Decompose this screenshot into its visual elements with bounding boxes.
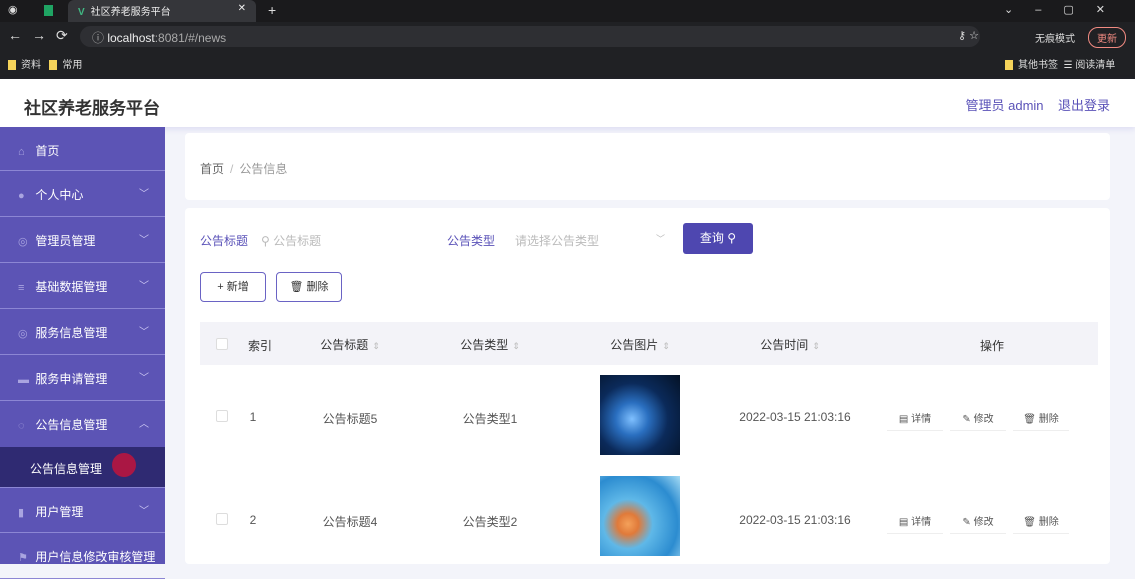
user-icon: ● bbox=[18, 190, 25, 202]
sort-icon: ⇕ bbox=[512, 341, 520, 351]
home-icon: ⌂ bbox=[18, 146, 25, 158]
browser-icon: ◉ bbox=[8, 4, 18, 16]
trash-icon: 🗑 bbox=[289, 281, 307, 293]
admin-icon: ◎ bbox=[18, 236, 28, 248]
cursor-indicator bbox=[112, 453, 136, 477]
breadcrumb: 首页 / 公告信息 bbox=[185, 133, 1110, 200]
sidebar-item-home[interactable]: ⌂ 首页 bbox=[0, 127, 165, 171]
logout-link[interactable]: 退出登录 bbox=[1058, 98, 1110, 113]
browser-tab[interactable]: V 社区养老服务平台 ✕ bbox=[68, 0, 256, 22]
user-label[interactable]: 管理员 admin bbox=[966, 98, 1044, 113]
search-icon: ⚲ bbox=[727, 231, 737, 245]
bookmark-1[interactable]: 资料 bbox=[8, 60, 41, 71]
detail-button[interactable]: ▤ 详情 bbox=[887, 513, 943, 534]
search-icon: ⚲ bbox=[261, 234, 274, 248]
header-title[interactable]: 公告标题 ⇕ bbox=[290, 336, 410, 353]
bookmark-2[interactable]: 常用 bbox=[49, 60, 82, 71]
header-type[interactable]: 公告类型 ⇕ bbox=[430, 336, 550, 353]
select-all-checkbox[interactable] bbox=[216, 338, 228, 350]
sheets-icon bbox=[44, 5, 53, 16]
main-panel: 公告标题 ⚲ 公告标题 公告类型 请选择公告类型 ﹀ 查询 ⚲ + 新增 🗑 删除… bbox=[185, 208, 1110, 564]
chevron-up-icon: ︿ bbox=[139, 419, 149, 430]
sort-icon: ⇕ bbox=[662, 341, 670, 351]
reading-list[interactable]: ☰ 阅读清单 bbox=[1064, 60, 1116, 71]
chevron-down-icon: ﹀ bbox=[139, 189, 149, 200]
app-header: 社区养老服务平台 管理员 admin 退出登录 bbox=[0, 79, 1135, 127]
close-tab-icon[interactable]: ✕ bbox=[238, 3, 246, 14]
browser-chrome: ◉ V 社区养老服务平台 ✕ + ⌄–▢✕ ←→⟳ ⓘ localhost:8081… bbox=[0, 0, 1135, 79]
sidebar-item-notice[interactable]: ◌ 公告信息管理 ︿ bbox=[0, 401, 165, 447]
chevron-down-icon: ﹀ bbox=[139, 235, 149, 246]
edit-button[interactable]: ✎ 修改 bbox=[950, 410, 1006, 431]
list-icon: ≡ bbox=[18, 282, 25, 294]
sidebar-item-profile[interactable]: ● 个人中心 ﹀ bbox=[0, 171, 165, 217]
delete-button[interactable]: 🗑 删除 bbox=[276, 272, 342, 302]
update-button[interactable]: 更新 bbox=[1088, 27, 1126, 48]
folder-icon bbox=[8, 60, 16, 71]
sidebar-subitem-notice[interactable]: 公告信息管理 bbox=[0, 447, 165, 487]
header-index: 索引 bbox=[247, 339, 272, 353]
service-icon: ◎ bbox=[18, 328, 28, 340]
chevron-down-icon: ﹀ bbox=[139, 373, 149, 384]
add-button[interactable]: + 新增 bbox=[200, 272, 266, 302]
sort-icon: ⇕ bbox=[372, 341, 380, 351]
breadcrumb-home[interactable]: 首页 bbox=[200, 162, 224, 176]
sidebar: ⌂ 首页 ● 个人中心 ﹀ ◎ 管理员管理 ﹀ ≡ 基础数据管理 ﹀ ◎ 服务信息管理… bbox=[0, 127, 165, 579]
query-button[interactable]: 查询 ⚲ bbox=[683, 223, 753, 254]
header-actions: 操作 bbox=[979, 339, 1004, 353]
table-header: 索引 公告标题 ⇕ 公告类型 ⇕ 公告图片 ⇕ 公告时间 ⇕ 操作 bbox=[200, 322, 1098, 365]
window-controls[interactable]: ⌄–▢✕ bbox=[1004, 3, 1127, 16]
edit-button[interactable]: ✎ 修改 bbox=[950, 513, 1006, 534]
sidebar-item-admin[interactable]: ◎ 管理员管理 ﹀ bbox=[0, 217, 165, 263]
chevron-down-icon: ﹀ bbox=[655, 234, 665, 244]
address-bar[interactable]: ⓘ localhost:8081/#/news bbox=[80, 26, 980, 47]
users-icon: ▮ bbox=[18, 507, 25, 519]
folder-icon bbox=[1005, 60, 1013, 71]
chevron-down-icon: ﹀ bbox=[139, 281, 149, 292]
flag-icon: ⚑ bbox=[18, 552, 28, 564]
vue-icon: V bbox=[78, 7, 85, 18]
type-select[interactable]: 请选择公告类型 ﹀ bbox=[515, 232, 665, 249]
plus-icon: + bbox=[217, 281, 227, 293]
chevron-down-icon: ﹀ bbox=[139, 506, 149, 517]
chevron-down-icon: ﹀ bbox=[139, 327, 149, 338]
sidebar-item-users[interactable]: ▮ 用户管理 ﹀ bbox=[0, 487, 165, 533]
header-image[interactable]: 公告图片 ⇕ bbox=[580, 336, 700, 353]
key-star-icons[interactable]: ⚷ ☆ bbox=[958, 29, 979, 42]
table-row: 1 公告标题5 公告类型1 2022-03-15 21:03:16 ▤ 详情 ✎… bbox=[200, 365, 1098, 467]
sort-icon: ⇕ bbox=[812, 341, 820, 351]
notice-icon: ◌ bbox=[18, 420, 25, 432]
other-bookmarks[interactable]: 其他书签 bbox=[1005, 60, 1058, 71]
row-checkbox[interactable] bbox=[216, 410, 228, 422]
title-search-input[interactable]: ⚲ 公告标题 bbox=[261, 232, 321, 249]
sidebar-item-service-info[interactable]: ◎ 服务信息管理 ﹀ bbox=[0, 309, 165, 355]
sidebar-item-user-audit[interactable]: ⚑ 用户信息修改审核管理 bbox=[0, 533, 165, 579]
title-label: 公告标题 bbox=[200, 234, 249, 248]
sidebar-item-basic-data[interactable]: ≡ 基础数据管理 ﹀ bbox=[0, 263, 165, 309]
incognito-label: 无痕模式 bbox=[1035, 34, 1075, 45]
header-time[interactable]: 公告时间 ⇕ bbox=[730, 336, 850, 353]
row-checkbox[interactable] bbox=[216, 513, 228, 525]
apply-icon: ▬ bbox=[18, 374, 29, 386]
breadcrumb-current: 公告信息 bbox=[239, 162, 288, 176]
app-title: 社区养老服务平台 bbox=[24, 99, 160, 118]
new-tab-button[interactable]: + bbox=[268, 2, 276, 18]
notice-image[interactable] bbox=[600, 476, 680, 556]
row-delete-button[interactable]: 🗑 删除 bbox=[1013, 410, 1069, 431]
sidebar-item-service-apply[interactable]: ▬ 服务申请管理 ﹀ bbox=[0, 355, 165, 401]
table-row: 2 公告标题4 公告类型2 2022-03-15 21:03:16 ▤ 详情 ✎… bbox=[200, 467, 1098, 569]
nav-buttons[interactable]: ←→⟳ bbox=[8, 27, 78, 44]
type-label: 公告类型 bbox=[447, 234, 496, 248]
row-delete-button[interactable]: 🗑 删除 bbox=[1013, 513, 1069, 534]
notice-image[interactable] bbox=[600, 375, 680, 455]
folder-icon bbox=[49, 60, 58, 71]
detail-button[interactable]: ▤ 详情 bbox=[887, 410, 943, 431]
